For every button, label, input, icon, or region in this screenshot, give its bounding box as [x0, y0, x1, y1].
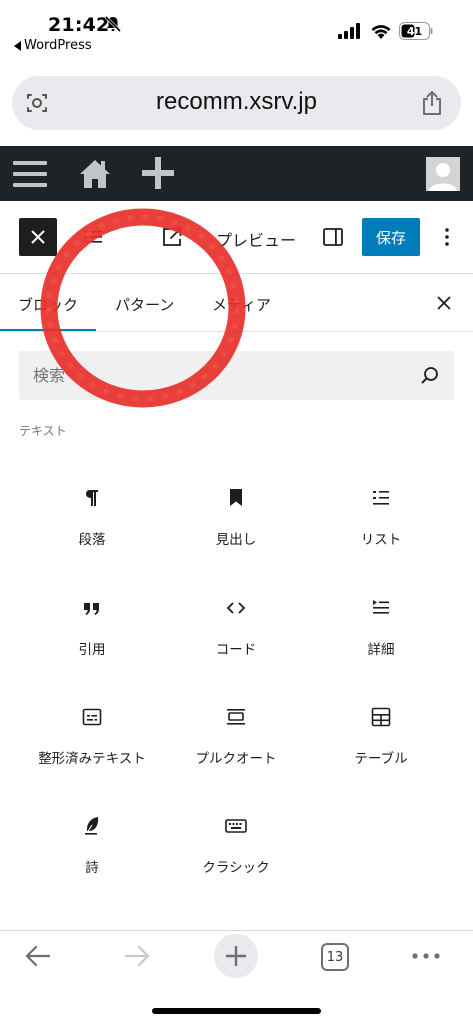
back-to-app-link[interactable]: WordPress — [14, 38, 92, 53]
more-menu-icon[interactable] — [411, 952, 441, 960]
wp-admin-bar — [0, 146, 473, 201]
block-heading[interactable]: 見出し — [157, 486, 315, 586]
share-icon[interactable] — [421, 90, 443, 116]
battery-level: 41 — [406, 24, 423, 38]
block-label: 詳細 — [367, 642, 395, 658]
block-label: プルクオート — [195, 751, 277, 767]
code-icon — [226, 602, 246, 614]
paragraph-icon — [86, 490, 98, 506]
block-paragraph[interactable]: 段落 — [13, 486, 171, 586]
settings-sidebar-icon[interactable] — [322, 226, 344, 248]
block-preformatted[interactable]: 整形済みテキスト — [13, 705, 171, 805]
avatar-placeholder-icon — [426, 157, 460, 191]
quote-icon — [84, 603, 99, 615]
new-tab-button[interactable] — [214, 934, 258, 978]
more-options-icon[interactable] — [439, 226, 455, 248]
block-label: 見出し — [215, 532, 257, 548]
forward-arrow-icon[interactable] — [123, 944, 151, 968]
back-triangle-icon — [14, 40, 21, 51]
user-avatar[interactable] — [426, 157, 460, 191]
block-label: 整形済みテキスト — [38, 751, 146, 767]
keyboard-icon — [225, 819, 247, 833]
block-classic[interactable]: クラシック — [157, 814, 315, 914]
home-icon[interactable] — [79, 157, 111, 189]
bookmark-icon — [230, 489, 242, 506]
plus-icon — [226, 946, 246, 966]
block-label: 段落 — [78, 532, 106, 548]
block-label: 引用 — [78, 642, 106, 658]
back-app-label: WordPress — [24, 38, 92, 53]
url-text[interactable]: recomm.xsrv.jp — [0, 88, 473, 116]
bottom-bar-divider — [0, 930, 473, 931]
tabs-button[interactable]: 13 — [321, 943, 349, 971]
block-details[interactable]: 詳細 — [302, 596, 460, 696]
preformatted-icon — [82, 708, 102, 726]
bell-slash-icon — [104, 15, 122, 33]
block-label: テーブル — [354, 751, 408, 767]
block-verse[interactable]: 詩 — [13, 814, 171, 914]
block-pullquote[interactable]: プルクオート — [157, 705, 315, 805]
cellular-signal-icon — [338, 23, 360, 39]
hamburger-menu-icon[interactable] — [13, 160, 47, 188]
back-arrow-icon[interactable] — [24, 944, 52, 968]
block-list[interactable]: リスト — [302, 486, 460, 586]
pullquote-icon — [227, 709, 245, 725]
search-icon[interactable] — [420, 366, 440, 386]
category-heading: テキスト — [19, 424, 67, 438]
new-content-plus-icon[interactable] — [141, 156, 175, 190]
list-icon — [373, 491, 389, 505]
close-panel-icon[interactable] — [435, 294, 453, 312]
table-icon — [371, 707, 391, 727]
block-code[interactable]: コード — [157, 596, 315, 696]
block-label: コード — [215, 642, 257, 658]
home-indicator — [152, 1008, 321, 1014]
save-button[interactable]: 保存 — [362, 218, 420, 256]
details-icon — [373, 600, 389, 614]
red-circle-annotation — [40, 208, 246, 408]
wifi-icon — [371, 25, 391, 39]
feather-icon — [85, 817, 99, 835]
block-label: クラシック — [202, 860, 270, 876]
block-table[interactable]: テーブル — [302, 705, 460, 805]
block-label: 詩 — [85, 860, 99, 876]
status-time: 21:42 — [48, 14, 110, 36]
block-quote[interactable]: 引用 — [13, 596, 171, 696]
block-label: リスト — [360, 532, 402, 548]
